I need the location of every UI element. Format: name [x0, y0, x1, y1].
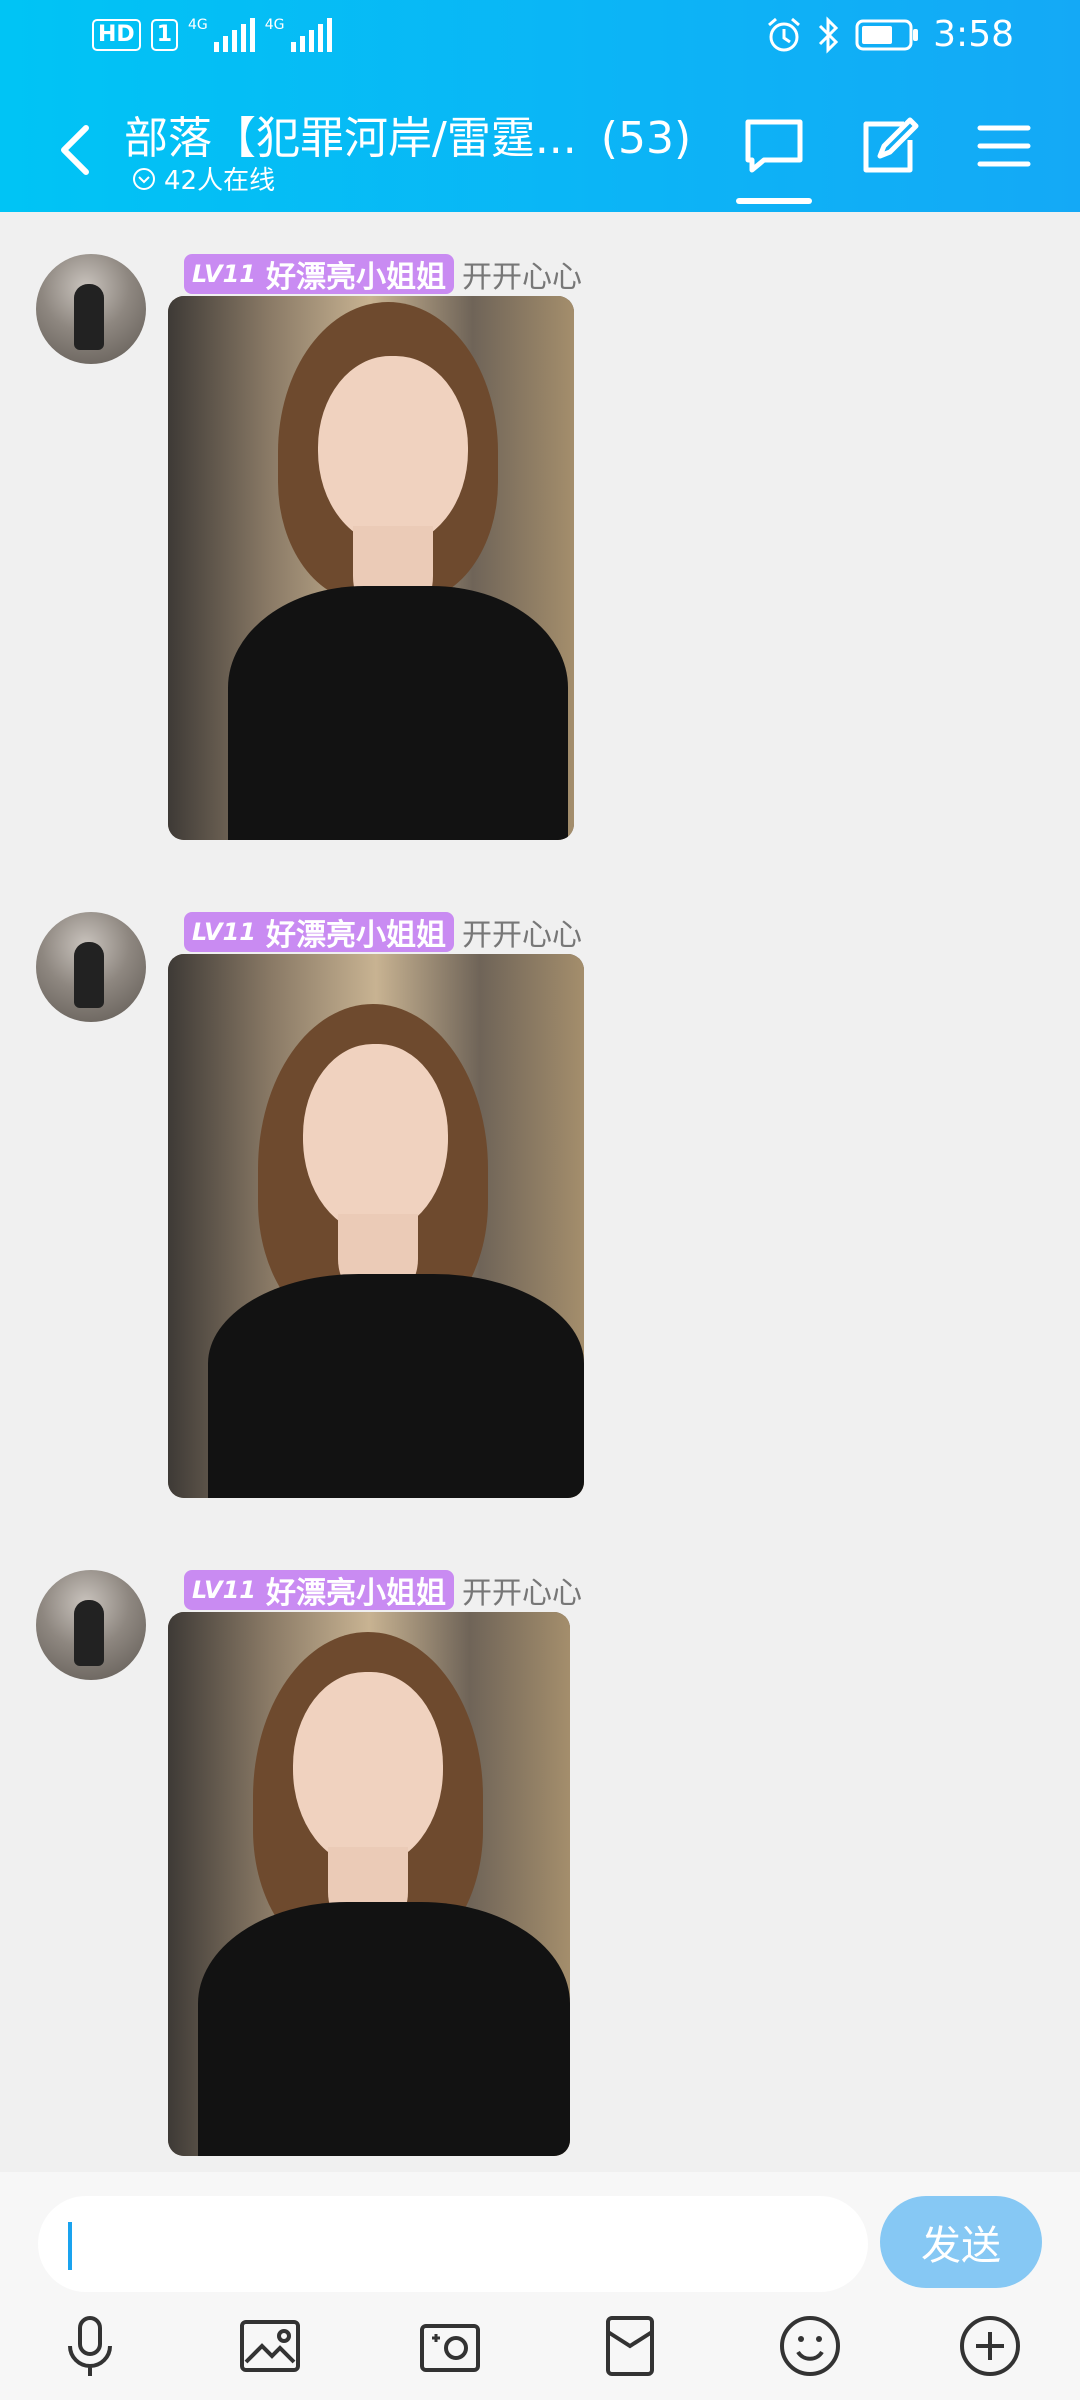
nickname: 好漂亮小姐姐: [265, 918, 446, 953]
member-name: 开开心心: [461, 918, 582, 953]
back-icon[interactable]: [52, 120, 100, 180]
battery-icon: [855, 19, 919, 50]
emoji-icon[interactable]: [776, 2312, 844, 2380]
message-input[interactable]: [38, 2196, 868, 2292]
title-bar: 部落【犯罪河岸/雷霆... (53) 42人在线: [0, 88, 1080, 212]
menu-icon[interactable]: [972, 114, 1036, 178]
message-image[interactable]: [168, 954, 584, 1498]
message-meta: LV11 好漂亮小姐姐 开开心心: [184, 910, 582, 954]
level-label: LV11: [192, 260, 256, 288]
hd-indicator: HD: [92, 19, 141, 51]
online-count-text: 42人在线: [164, 166, 276, 196]
chat-icon[interactable]: [742, 114, 806, 178]
sim-indicator: 1: [150, 19, 178, 51]
plus-icon[interactable]: [956, 2312, 1024, 2380]
camera-icon[interactable]: [416, 2312, 484, 2380]
member-count: (53): [600, 113, 692, 164]
red-packet-icon[interactable]: [596, 2312, 664, 2380]
nickname: 好漂亮小姐姐: [265, 260, 446, 295]
page-title[interactable]: 部落【犯罪河岸/雷霆... (53): [124, 102, 691, 166]
avatar[interactable]: [36, 1570, 146, 1680]
signal-icon: 4G: [265, 18, 332, 52]
active-tab-indicator: [736, 198, 812, 204]
signal-icon: 4G: [188, 18, 255, 52]
level-label: LV11: [192, 918, 256, 946]
message-meta: LV11 好漂亮小姐姐 开开心心: [184, 252, 582, 296]
level-badge[interactable]: LV11 好漂亮小姐姐: [184, 1570, 454, 1611]
header: HD 1 4G 4G 3:58 部落【犯罪河岸/雷霆... (53) 42人在线: [0, 0, 1080, 212]
status-bar: HD 1 4G 4G 3:58: [0, 0, 1080, 78]
mic-icon[interactable]: [56, 2312, 124, 2380]
member-name: 开开心心: [461, 1576, 582, 1611]
nickname: 好漂亮小姐姐: [265, 1576, 446, 1611]
bluetooth-icon: [819, 15, 839, 54]
alarm-icon: [768, 17, 801, 51]
status-right: 3:58: [765, 14, 1014, 55]
avatar[interactable]: [36, 254, 146, 364]
chevron-down-circle-icon: [133, 167, 155, 190]
status-left: HD 1 4G 4G: [92, 18, 332, 52]
input-bar: 发送: [0, 2172, 1080, 2400]
level-label: LV11: [192, 1576, 256, 1604]
message-meta: LV11 好漂亮小姐姐 开开心心: [184, 1568, 582, 1612]
level-badge[interactable]: LV11 好漂亮小姐姐: [184, 912, 454, 953]
edit-icon[interactable]: [856, 114, 920, 178]
message-image[interactable]: [168, 296, 574, 840]
level-badge[interactable]: LV11 好漂亮小姐姐: [184, 254, 454, 295]
member-name: 开开心心: [461, 260, 582, 295]
text-caret: [68, 2222, 72, 2270]
status-time: 3:58: [933, 14, 1014, 55]
message-image[interactable]: [168, 1612, 570, 2156]
group-name: 部落【犯罪河岸/雷霆...: [124, 113, 577, 164]
avatar[interactable]: [36, 912, 146, 1022]
send-button[interactable]: 发送: [880, 2196, 1042, 2288]
online-status[interactable]: 42人在线: [132, 160, 275, 197]
image-icon[interactable]: [236, 2312, 304, 2380]
